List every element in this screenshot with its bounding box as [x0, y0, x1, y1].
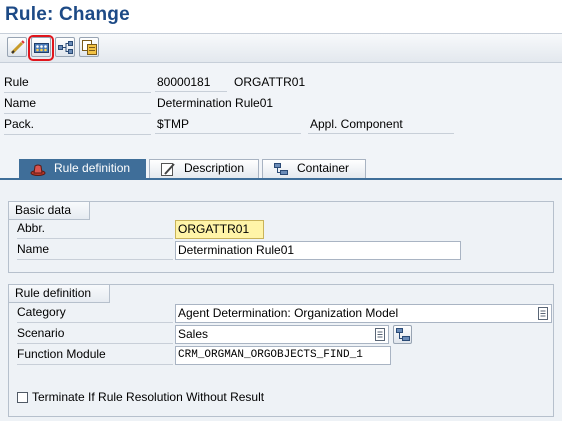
copy-icon — [82, 40, 97, 55]
tab-container[interactable]: Container — [262, 159, 366, 178]
tab-description[interactable]: Description — [149, 159, 259, 178]
org-structure-icon — [58, 41, 73, 54]
name-label: Name — [4, 95, 151, 114]
group-title: Basic data — [9, 202, 90, 220]
pack-underline — [155, 133, 301, 134]
pack-value: $TMP — [157, 117, 190, 131]
function-module-field[interactable]: CRM_ORGMAN_ORGOBJECTS_FIND_1 — [175, 346, 391, 365]
page-title: Rule: Change — [5, 4, 130, 25]
pencil-note-icon — [161, 163, 175, 176]
rule-number-underline — [155, 91, 227, 92]
dropdown-icon[interactable] — [537, 307, 549, 320]
scenario-details-button[interactable] — [393, 325, 412, 344]
name-value: Determination Rule01 — [157, 96, 274, 110]
function-module-label: Function Module — [17, 346, 173, 365]
tab-label: Description — [184, 161, 245, 175]
container-icon — [396, 328, 410, 341]
application-toolbar — [0, 33, 562, 63]
simulate-rule-icon — [34, 43, 49, 53]
copy-button[interactable] — [79, 37, 99, 57]
scenario-select[interactable]: Sales — [175, 325, 389, 344]
terminate-checkbox[interactable] — [17, 392, 28, 403]
simulate-rule-button[interactable] — [31, 37, 51, 57]
rule-number: 80000181 — [157, 75, 211, 89]
terminate-label: Terminate If Rule Resolution Without Res… — [32, 390, 265, 404]
tab-label: Rule definition — [54, 161, 131, 175]
tab-label: Container — [297, 161, 350, 175]
tab-rule-definition[interactable]: Rule definition — [19, 159, 146, 179]
category-select[interactable]: Agent Determination: Organization Model — [175, 304, 552, 323]
name-label: Name — [17, 241, 173, 260]
abbr-field[interactable]: ORGATTR01 — [175, 220, 264, 239]
org-structure-button[interactable] — [55, 37, 75, 57]
title-bar: Rule: Change — [0, 0, 562, 33]
rule-label: Rule — [4, 74, 151, 93]
group-title: Rule definition — [9, 285, 110, 303]
container-icon — [274, 163, 288, 175]
scenario-label: Scenario — [17, 325, 173, 344]
appl-component-label: Appl. Component — [310, 117, 403, 131]
hat-icon — [30, 164, 46, 176]
appl-component-underline — [308, 133, 454, 134]
dropdown-icon[interactable] — [374, 328, 386, 341]
category-label: Category — [17, 304, 173, 323]
pack-label: Pack. — [4, 116, 151, 135]
name-field[interactable]: Determination Rule01 — [175, 241, 461, 260]
scenario-value: Sales — [178, 327, 209, 341]
edit-button[interactable] — [7, 37, 27, 57]
edit-pencil-icon — [10, 40, 25, 55]
abbr-label: Abbr. — [17, 220, 173, 239]
rule-abbr: ORGATTR01 — [234, 75, 306, 89]
category-value: Agent Determination: Organization Model — [178, 306, 399, 320]
